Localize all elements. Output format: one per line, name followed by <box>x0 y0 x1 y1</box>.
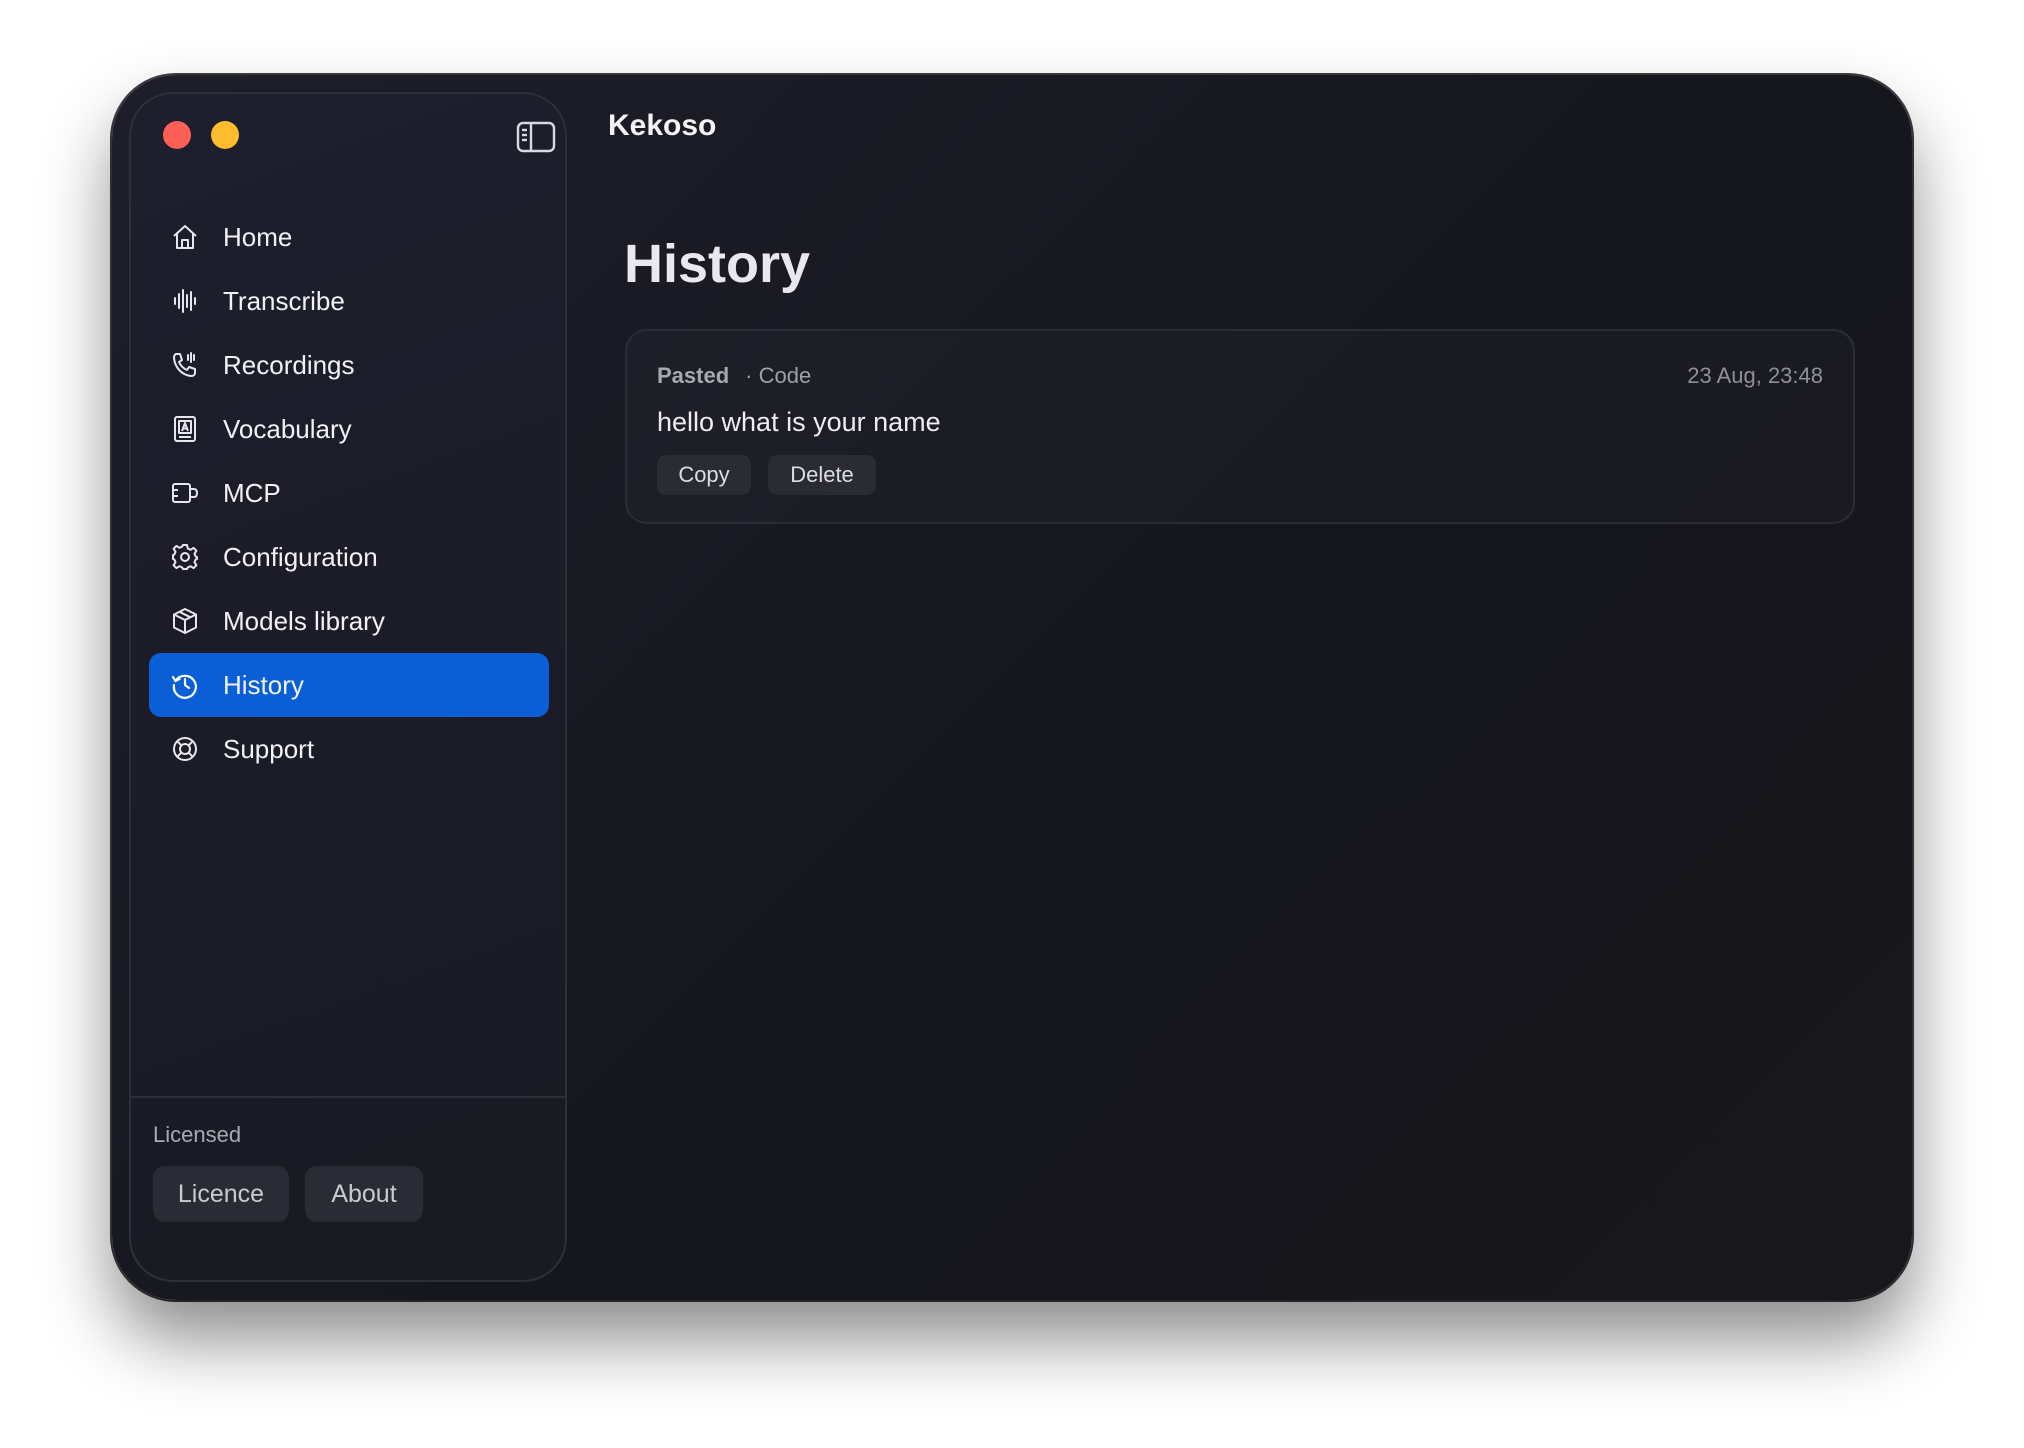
sidebar-item-label: Vocabulary <box>223 413 352 444</box>
page-title: History <box>624 234 811 294</box>
sidebar-item-label: Models library <box>223 605 385 636</box>
licence-button[interactable]: Licence <box>153 1166 289 1222</box>
sidebar-item-transcribe[interactable]: Transcribe <box>149 269 549 333</box>
waveform-icon <box>169 285 201 317</box>
sidebar-item-label: Transcribe <box>223 285 345 316</box>
lifebuoy-icon <box>169 733 201 765</box>
sidebar-item-label: Recordings <box>223 349 355 380</box>
sidebar-item-recordings[interactable]: Recordings <box>149 333 549 397</box>
history-entry-card: Pasted · Code 23 Aug, 23:48 hello what is… <box>625 329 1855 524</box>
about-button[interactable]: About <box>305 1166 423 1222</box>
entry-timestamp: 23 Aug, 23:48 <box>1687 363 1823 388</box>
dictionary-icon <box>169 413 201 445</box>
sidebar-item-configuration[interactable]: Configuration <box>149 525 549 589</box>
sidebar-item-label: Support <box>223 733 315 764</box>
sidebar-item-label: Configuration <box>223 541 378 572</box>
sidebar-item-support[interactable]: Support <box>149 717 549 781</box>
sidebar-nav: Home Transcribe Recordings Vocabulary MC… <box>149 205 549 781</box>
sidebar-item-label: Home <box>223 221 293 252</box>
delete-button[interactable]: Delete <box>768 455 876 495</box>
phone-wave-icon <box>169 349 201 381</box>
gear-icon <box>169 541 201 573</box>
license-status: Licensed <box>153 1122 242 1147</box>
entry-meta: Pasted · Code <box>657 363 811 389</box>
entry-text: hello what is your name <box>657 407 941 437</box>
sidebar-item-home[interactable]: Home <box>149 205 549 269</box>
plug-icon <box>169 477 201 509</box>
sidebar-footer: Licensed Licence About <box>131 1096 565 1222</box>
sidebar-item-mcp[interactable]: MCP <box>149 461 549 525</box>
minimize-window-button[interactable] <box>211 121 239 149</box>
history-icon <box>169 669 201 701</box>
copy-button[interactable]: Copy <box>657 455 751 495</box>
cube-icon <box>169 605 201 637</box>
sidebar-toggle-icon[interactable] <box>516 121 556 153</box>
close-window-button[interactable] <box>163 121 191 149</box>
sidebar-item-history[interactable]: History <box>149 653 549 717</box>
sidebar: Home Transcribe Recordings Vocabulary MC… <box>129 92 567 1282</box>
sidebar-item-label: MCP <box>223 477 281 508</box>
sidebar-item-models-library[interactable]: Models library <box>149 589 549 653</box>
entry-mode: · Code <box>745 363 812 388</box>
app-title: Kekoso <box>608 109 717 142</box>
app-window: Home Transcribe Recordings Vocabulary MC… <box>112 75 1912 1300</box>
sidebar-item-vocabulary[interactable]: Vocabulary <box>149 397 549 461</box>
home-icon <box>169 221 201 253</box>
entry-source: Pasted <box>657 363 730 388</box>
sidebar-item-label: History <box>223 669 304 700</box>
